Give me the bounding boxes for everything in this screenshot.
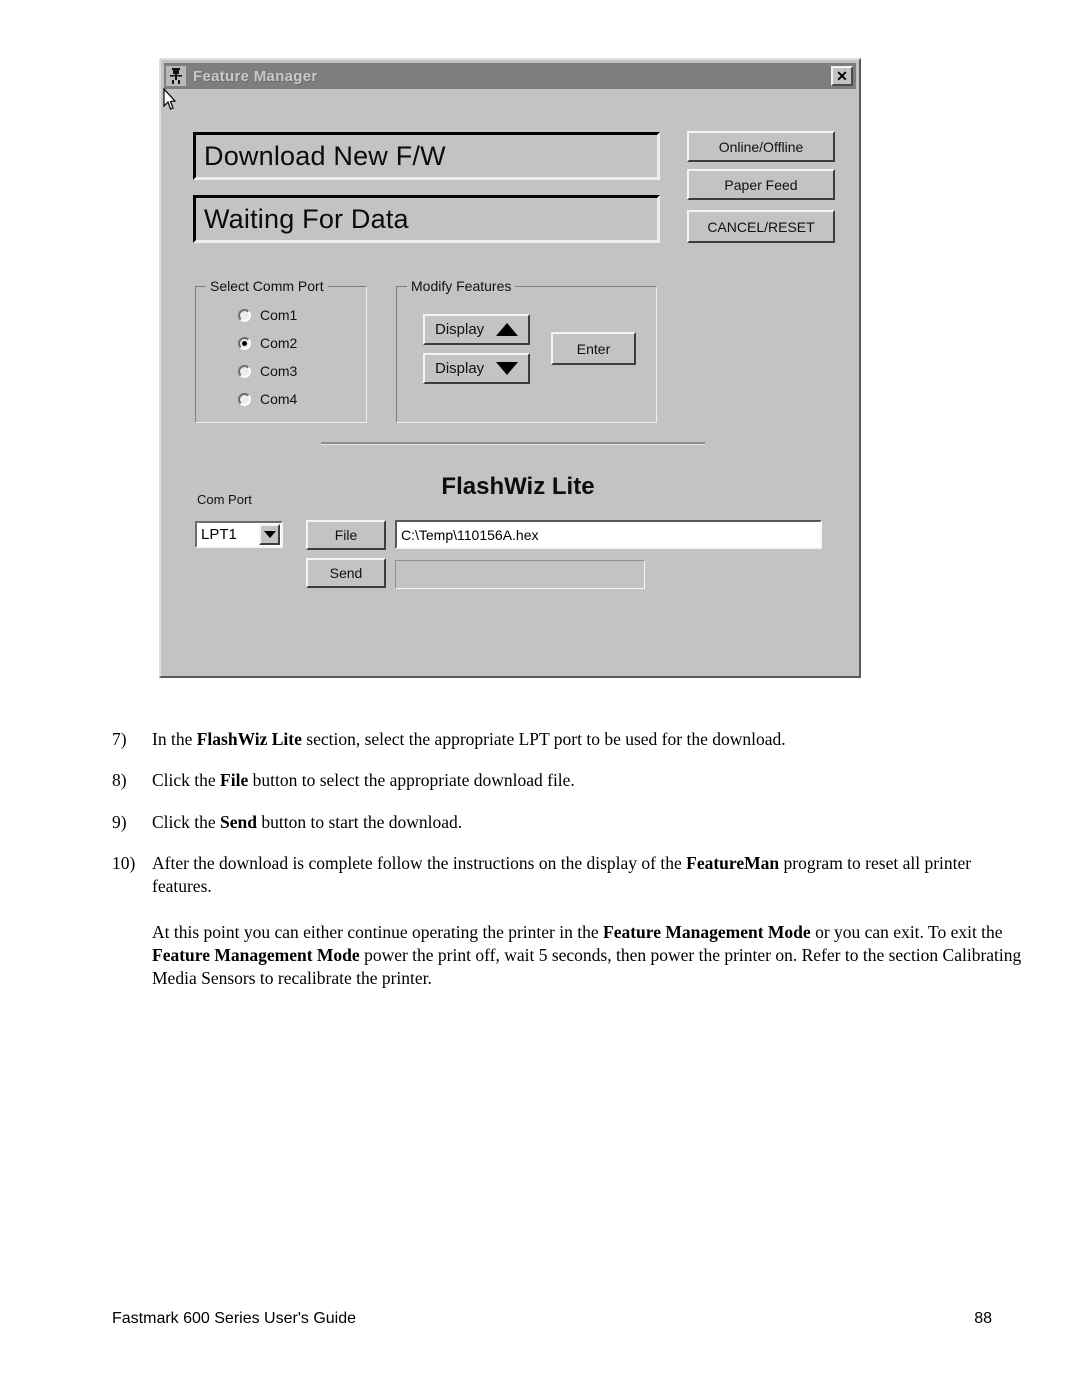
radio-com2-label: Com2 xyxy=(260,335,298,351)
section-divider xyxy=(321,442,705,445)
instructions-text: 7) In the FlashWiz Lite section, select … xyxy=(112,728,1027,990)
file-button[interactable]: File xyxy=(306,520,386,550)
closing-paragraph: At this point you can either continue op… xyxy=(152,921,1022,989)
radio-com3-icon[interactable] xyxy=(238,364,251,378)
step-10-number: 10) xyxy=(112,853,136,874)
feature-manager-dialog: Feature Manager ✕ Download New F/W Waiti… xyxy=(159,58,861,678)
instruction-step-10: 10) After the download is complete follo… xyxy=(112,852,1027,897)
modify-features-group: Modify Features Display Display Enter xyxy=(396,278,657,423)
download-status-field xyxy=(395,560,645,589)
close-icon[interactable]: ✕ xyxy=(831,66,853,86)
feature-manager-screenshot: Feature Manager ✕ Download New F/W Waiti… xyxy=(159,58,861,678)
step-9-body: Click the Send button to start the downl… xyxy=(152,811,463,832)
step-8-body: Click the File button to select the appr… xyxy=(152,770,575,791)
select-comm-port-group: Select Comm Port Com1 Com2 Com3 Com4 xyxy=(195,278,367,423)
instruction-step-8: 8) Click the File button to select the a… xyxy=(112,769,1027,791)
mouse-cursor-icon xyxy=(162,87,178,114)
send-button[interactable]: Send xyxy=(306,558,386,588)
radio-com3-label: Com3 xyxy=(260,363,298,379)
page-footer: Fastmark 600 Series User's Guide 88 xyxy=(112,1310,992,1328)
radio-com4-icon[interactable] xyxy=(238,392,251,406)
cancel-reset-button[interactable]: CANCEL/RESET xyxy=(687,210,835,243)
radio-com1[interactable]: Com1 xyxy=(238,307,297,323)
step-7-body: In the FlashWiz Lite section, select the… xyxy=(152,729,786,749)
com-port-label: Com Port xyxy=(197,492,252,507)
step-10-body: After the download is complete follow th… xyxy=(152,853,972,896)
display-down-button[interactable]: Display xyxy=(423,353,530,384)
printer-display-line-1: Download New F/W xyxy=(193,132,660,180)
radio-com4-label: Com4 xyxy=(260,391,298,407)
footer-page-number: 88 xyxy=(974,1310,992,1327)
online-offline-button[interactable]: Online/Offline xyxy=(687,131,835,162)
modify-features-legend: Modify Features xyxy=(407,278,516,294)
com-port-select[interactable]: LPT1 xyxy=(195,521,283,548)
radio-com2[interactable]: Com2 xyxy=(238,335,297,351)
footer-guide-title: Fastmark 600 Series User's Guide xyxy=(112,1310,357,1327)
select-comm-port-legend: Select Comm Port xyxy=(206,278,328,294)
radio-com3[interactable]: Com3 xyxy=(238,363,297,379)
printer-figure-icon xyxy=(166,66,186,86)
radio-com2-icon[interactable] xyxy=(238,336,251,350)
triangle-up-icon xyxy=(496,323,518,336)
instruction-step-9: 9) Click the Send button to start the do… xyxy=(112,811,1027,833)
title-bar: Feature Manager ✕ xyxy=(164,63,856,89)
step-7-number: 7) xyxy=(112,729,127,749)
paper-feed-button[interactable]: Paper Feed xyxy=(687,169,835,200)
radio-com1-icon[interactable] xyxy=(238,308,251,322)
triangle-down-icon xyxy=(496,362,518,375)
display-up-label: Display xyxy=(435,321,485,338)
enter-button[interactable]: Enter xyxy=(551,332,636,365)
download-file-path-input[interactable]: C:\Temp\110156A.hex xyxy=(395,520,822,549)
step-9-number: 9) xyxy=(112,811,127,832)
instruction-step-7: 7) In the FlashWiz Lite section, select … xyxy=(112,728,1027,750)
chevron-down-icon[interactable] xyxy=(259,524,280,545)
window-title: Feature Manager xyxy=(193,67,318,85)
flashwiz-section-title: FlashWiz Lite xyxy=(441,473,595,500)
radio-com1-label: Com1 xyxy=(260,307,298,323)
printer-display-line-2: Waiting For Data xyxy=(193,195,660,243)
radio-com4[interactable]: Com4 xyxy=(238,391,297,407)
display-up-button[interactable]: Display xyxy=(423,314,530,345)
display-down-label: Display xyxy=(435,360,485,377)
com-port-value: LPT1 xyxy=(201,526,237,543)
step-8-number: 8) xyxy=(112,770,127,791)
